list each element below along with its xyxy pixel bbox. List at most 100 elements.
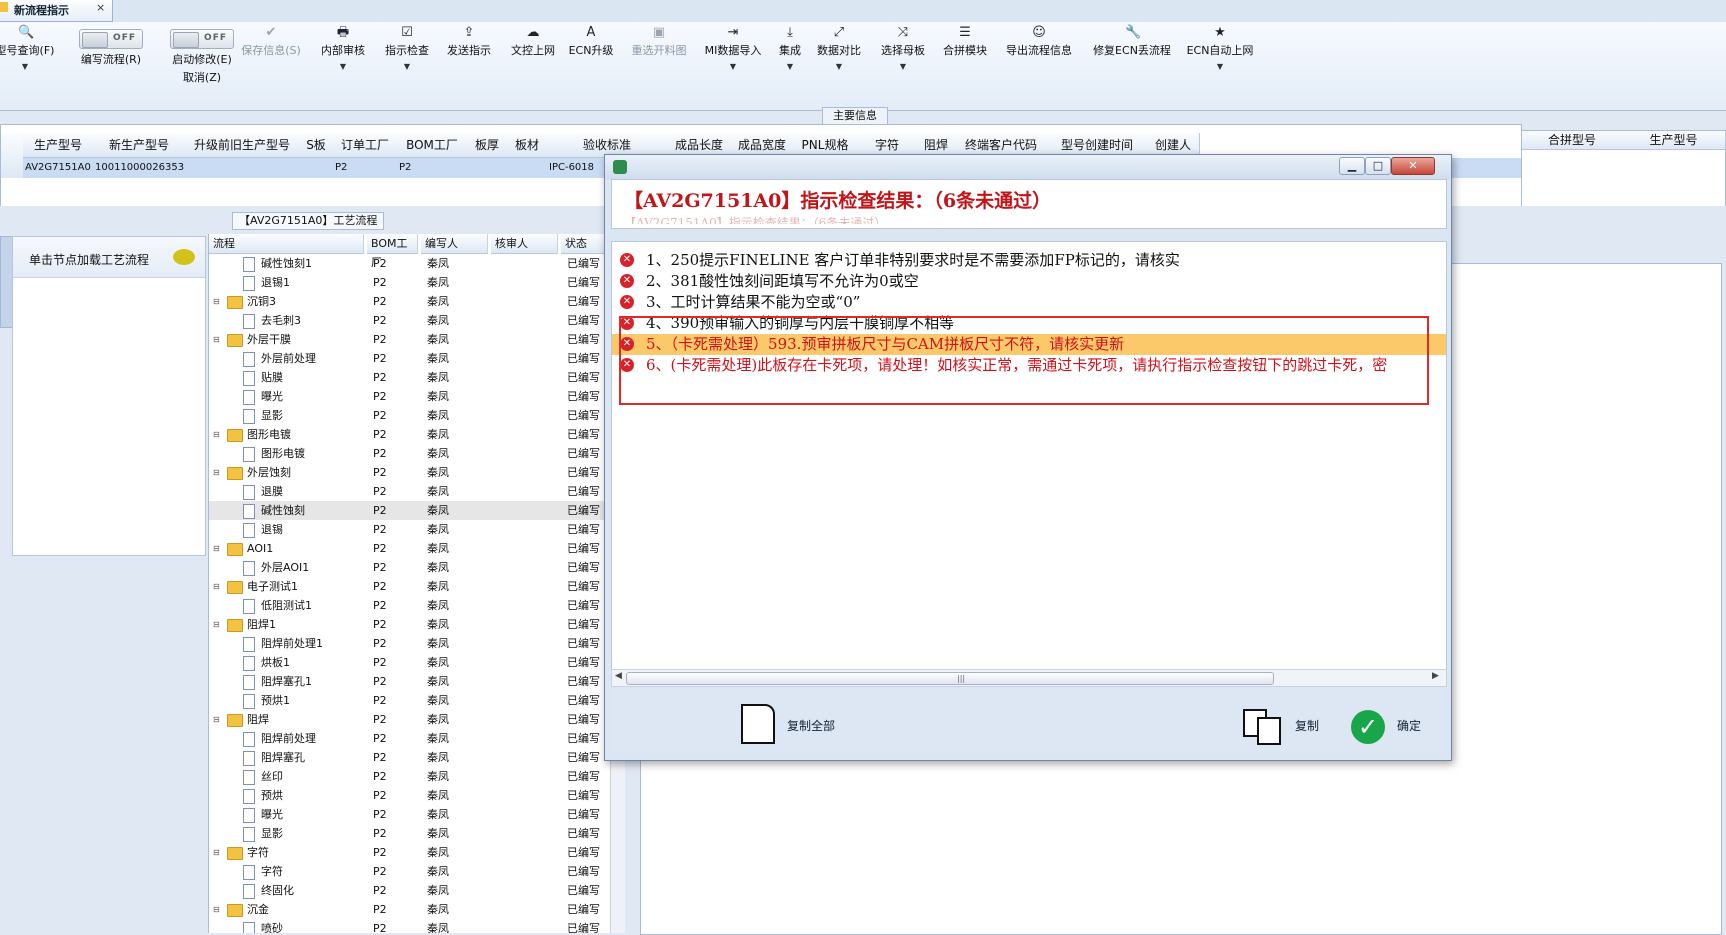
tree-row[interactable]: 丝印 P2 秦凤 已编写	[209, 767, 625, 786]
copy-icon[interactable]	[1243, 709, 1281, 745]
tree-row[interactable]: 曝光 P2 秦凤 已编写	[209, 805, 625, 824]
collapse-icon[interactable]: ⊟	[213, 900, 220, 919]
tree-row[interactable]: 预烘1 P2 秦凤 已编写	[209, 691, 625, 710]
tree-row[interactable]: 阻焊塞孔1 P2 秦凤 已编写	[209, 672, 625, 691]
data-compare-button[interactable]: ⤢ 数据对比 ▼	[808, 22, 870, 108]
tree-row[interactable]: ⊟ 图形电镀 P2 秦凤 已编写	[209, 425, 625, 444]
scroll-thumb[interactable]: |||	[626, 672, 1274, 685]
tree-row[interactable]: 字符 P2 秦凤 已编写	[209, 862, 625, 881]
merge-module-button[interactable]: ☰ 合拼模块	[934, 22, 996, 108]
minimize-icon[interactable]: ▁	[1339, 157, 1365, 175]
ok-button[interactable]: 确定	[1397, 717, 1421, 734]
repair-ecn-button[interactable]: 🔧 修复ECN丢流程	[1086, 22, 1178, 108]
tree-row[interactable]: 预烘 P2 秦凤 已编写	[209, 786, 625, 805]
tree-row[interactable]: 图形电镀 P2 秦凤 已编写	[209, 444, 625, 463]
tree-row[interactable]: 退锡 P2 秦凤 已编写	[209, 520, 625, 539]
tree-row[interactable]: ⊟ 外层蚀刻 P2 秦凤 已编写	[209, 463, 625, 482]
cell-new-model[interactable]: 10011000026353	[95, 158, 185, 178]
reselect-cutting-button[interactable]: ▣ 重选开料图	[620, 22, 698, 108]
save-info-button[interactable]: ✔ 保存信息(S)	[234, 22, 308, 108]
cell-model[interactable]: AV2G7151A0	[25, 158, 93, 178]
maximize-icon[interactable]: □	[1365, 157, 1391, 175]
tree-row[interactable]: 曝光 P2 秦凤 已编写	[209, 387, 625, 406]
result-item[interactable]: ✕ 2、381酸性蚀刻间距填写不允许为0或空	[612, 271, 1446, 292]
tree-row[interactable]: 碱性蚀刻 P2 秦凤 已编写	[209, 501, 625, 520]
tree-row[interactable]: 显影 P2 秦凤 已编写	[209, 824, 625, 843]
scroll-left-icon[interactable]: ◀	[615, 671, 622, 681]
scroll-right-icon[interactable]: ▶	[1432, 671, 1439, 681]
collapse-icon[interactable]: ⊟	[213, 710, 220, 729]
column-header[interactable]: 板厚	[467, 133, 508, 158]
ecn-upgrade-button[interactable]: A ECN升级	[560, 22, 622, 108]
copy-all-button[interactable]: 复制全部	[787, 717, 835, 734]
column-header[interactable]: 订单工厂	[333, 133, 398, 158]
column-header[interactable]: 生产型号	[1622, 131, 1726, 150]
tree-row[interactable]: 终固化 P2 秦凤 已编写	[209, 881, 625, 900]
tree-row[interactable]: ⊟ 沉铜3 P2 秦凤 已编写	[209, 292, 625, 311]
tree-row[interactable]: 碱性蚀刻1 P2 秦凤 已编写	[209, 254, 625, 273]
close-icon[interactable]: ✕	[1391, 157, 1435, 175]
model-search-button[interactable]: 🔍 型号查询(F) ▼	[0, 22, 58, 108]
result-item[interactable]: ✕ 1、250提示FINELINE 客户订单非特别要求时是不需要添加FP标记的，请…	[612, 250, 1446, 271]
doc-control-online-button[interactable]: ☁ 文控上网	[500, 22, 566, 108]
tree-row[interactable]: 阻焊前处理 P2 秦凤 已编写	[209, 729, 625, 748]
document-icon[interactable]	[741, 704, 775, 744]
export-process-info-button[interactable]: ☺ 导出流程信息	[996, 22, 1082, 108]
collapse-icon[interactable]: ⊟	[213, 843, 220, 862]
tree-row[interactable]: 阻焊塞孔 P2 秦凤 已编写	[209, 748, 625, 767]
collapse-icon[interactable]: ⊟	[213, 577, 220, 596]
copy-button[interactable]: 复制	[1295, 717, 1319, 734]
tree-row[interactable]: ⊟ 外层干膜 P2 秦凤 已编写	[209, 330, 625, 349]
send-instruction-button[interactable]: ⇪ 发送指示	[436, 22, 502, 108]
tree-row[interactable]: 外层前处理 P2 秦凤 已编写	[209, 349, 625, 368]
tree-row[interactable]: ⊟ 阻焊 P2 秦凤 已编写	[209, 710, 625, 729]
tab-new-process[interactable]: 新流程指示 ×	[0, 0, 113, 22]
mi-data-import-button[interactable]: ⇥ MI数据导入 ▼	[696, 22, 770, 108]
column-header[interactable]: BOM工厂	[367, 234, 418, 269]
column-header[interactable]: 流程	[209, 234, 364, 254]
column-header[interactable]: 新生产型号	[93, 133, 186, 158]
column-header[interactable]: 生产型号	[23, 133, 94, 158]
collapse-icon[interactable]: ⊟	[213, 463, 220, 482]
tree-row[interactable]: 去毛刺3 P2 秦凤 已编写	[209, 311, 625, 330]
tree-row[interactable]: 退膜 P2 秦凤 已编写	[209, 482, 625, 501]
tree-row[interactable]: 贴膜 P2 秦凤 已编写	[209, 368, 625, 387]
tree-row[interactable]: 外层AOI1 P2 秦凤 已编写	[209, 558, 625, 577]
ecn-auto-online-button[interactable]: ★ ECN自动上网 ▼	[1180, 22, 1260, 108]
instruction-check-button[interactable]: ☑ 指示检查 ▼	[374, 22, 440, 108]
column-header[interactable]: S板	[299, 133, 334, 158]
column-header[interactable]: 升级前旧生产型号	[185, 133, 300, 158]
column-header[interactable]: 核审人	[491, 234, 558, 254]
result-item[interactable]: ✕ 3、工时计算结果不能为空或“0”	[612, 292, 1446, 313]
cell-bom-factory[interactable]: P2	[399, 158, 459, 178]
tree-row[interactable]: 阻焊前处理1 P2 秦凤 已编写	[209, 634, 625, 653]
tree-row[interactable]: 低阻测试1 P2 秦凤 已编写	[209, 596, 625, 615]
integrate-button[interactable]: ⤓ 集成 ▼	[770, 22, 810, 108]
checkmark-icon[interactable]: ✓	[1351, 710, 1385, 744]
select-motherboard-button[interactable]: ⤨ 选择母板 ▼	[870, 22, 936, 108]
tree-row[interactable]: 退锡1 P2 秦凤 已编写	[209, 273, 625, 292]
write-process-toggle[interactable]: OFF 编写流程(R)	[66, 22, 156, 108]
tree-row[interactable]: ⊟ 阻焊1 P2 秦凤 已编写	[209, 615, 625, 634]
collapse-icon[interactable]: ⊟	[213, 615, 220, 634]
tree-row[interactable]: ⊟ AOI1 P2 秦凤 已编写	[209, 539, 625, 558]
column-header[interactable]: 板材	[507, 133, 548, 158]
tree-row[interactable]: ⊟ 字符 P2 秦凤 已编写	[209, 843, 625, 862]
collapse-icon[interactable]: ⊟	[213, 539, 220, 558]
column-header[interactable]: BOM工厂	[397, 133, 468, 158]
column-header[interactable]: 编写人	[421, 234, 488, 254]
toggle-switch[interactable]: OFF	[170, 29, 234, 49]
collapse-icon[interactable]: ⊟	[213, 425, 220, 444]
tree-row[interactable]: 烘板1 P2 秦凤 已编写	[209, 653, 625, 672]
internal-review-button[interactable]: 🖶 内部审核 ▼	[310, 22, 376, 108]
tree-row[interactable]: 喷砂 P2 秦凤 已编写	[209, 919, 625, 933]
column-header[interactable]: 合拼型号	[1522, 131, 1623, 150]
collapse-icon[interactable]: ⊟	[213, 330, 220, 349]
cell-acceptance[interactable]: IPC-6018	[549, 158, 609, 178]
tree-row[interactable]: 显影 P2 秦凤 已编写	[209, 406, 625, 425]
horizontal-scrollbar[interactable]: ◀ ||| ▶	[611, 669, 1447, 687]
collapse-icon[interactable]: ⊟	[213, 292, 220, 311]
dialog-titlebar[interactable]: ▁ □ ✕	[605, 155, 1451, 179]
toggle-switch[interactable]: OFF	[79, 29, 143, 49]
cell-order-factory[interactable]: P2	[335, 158, 395, 178]
